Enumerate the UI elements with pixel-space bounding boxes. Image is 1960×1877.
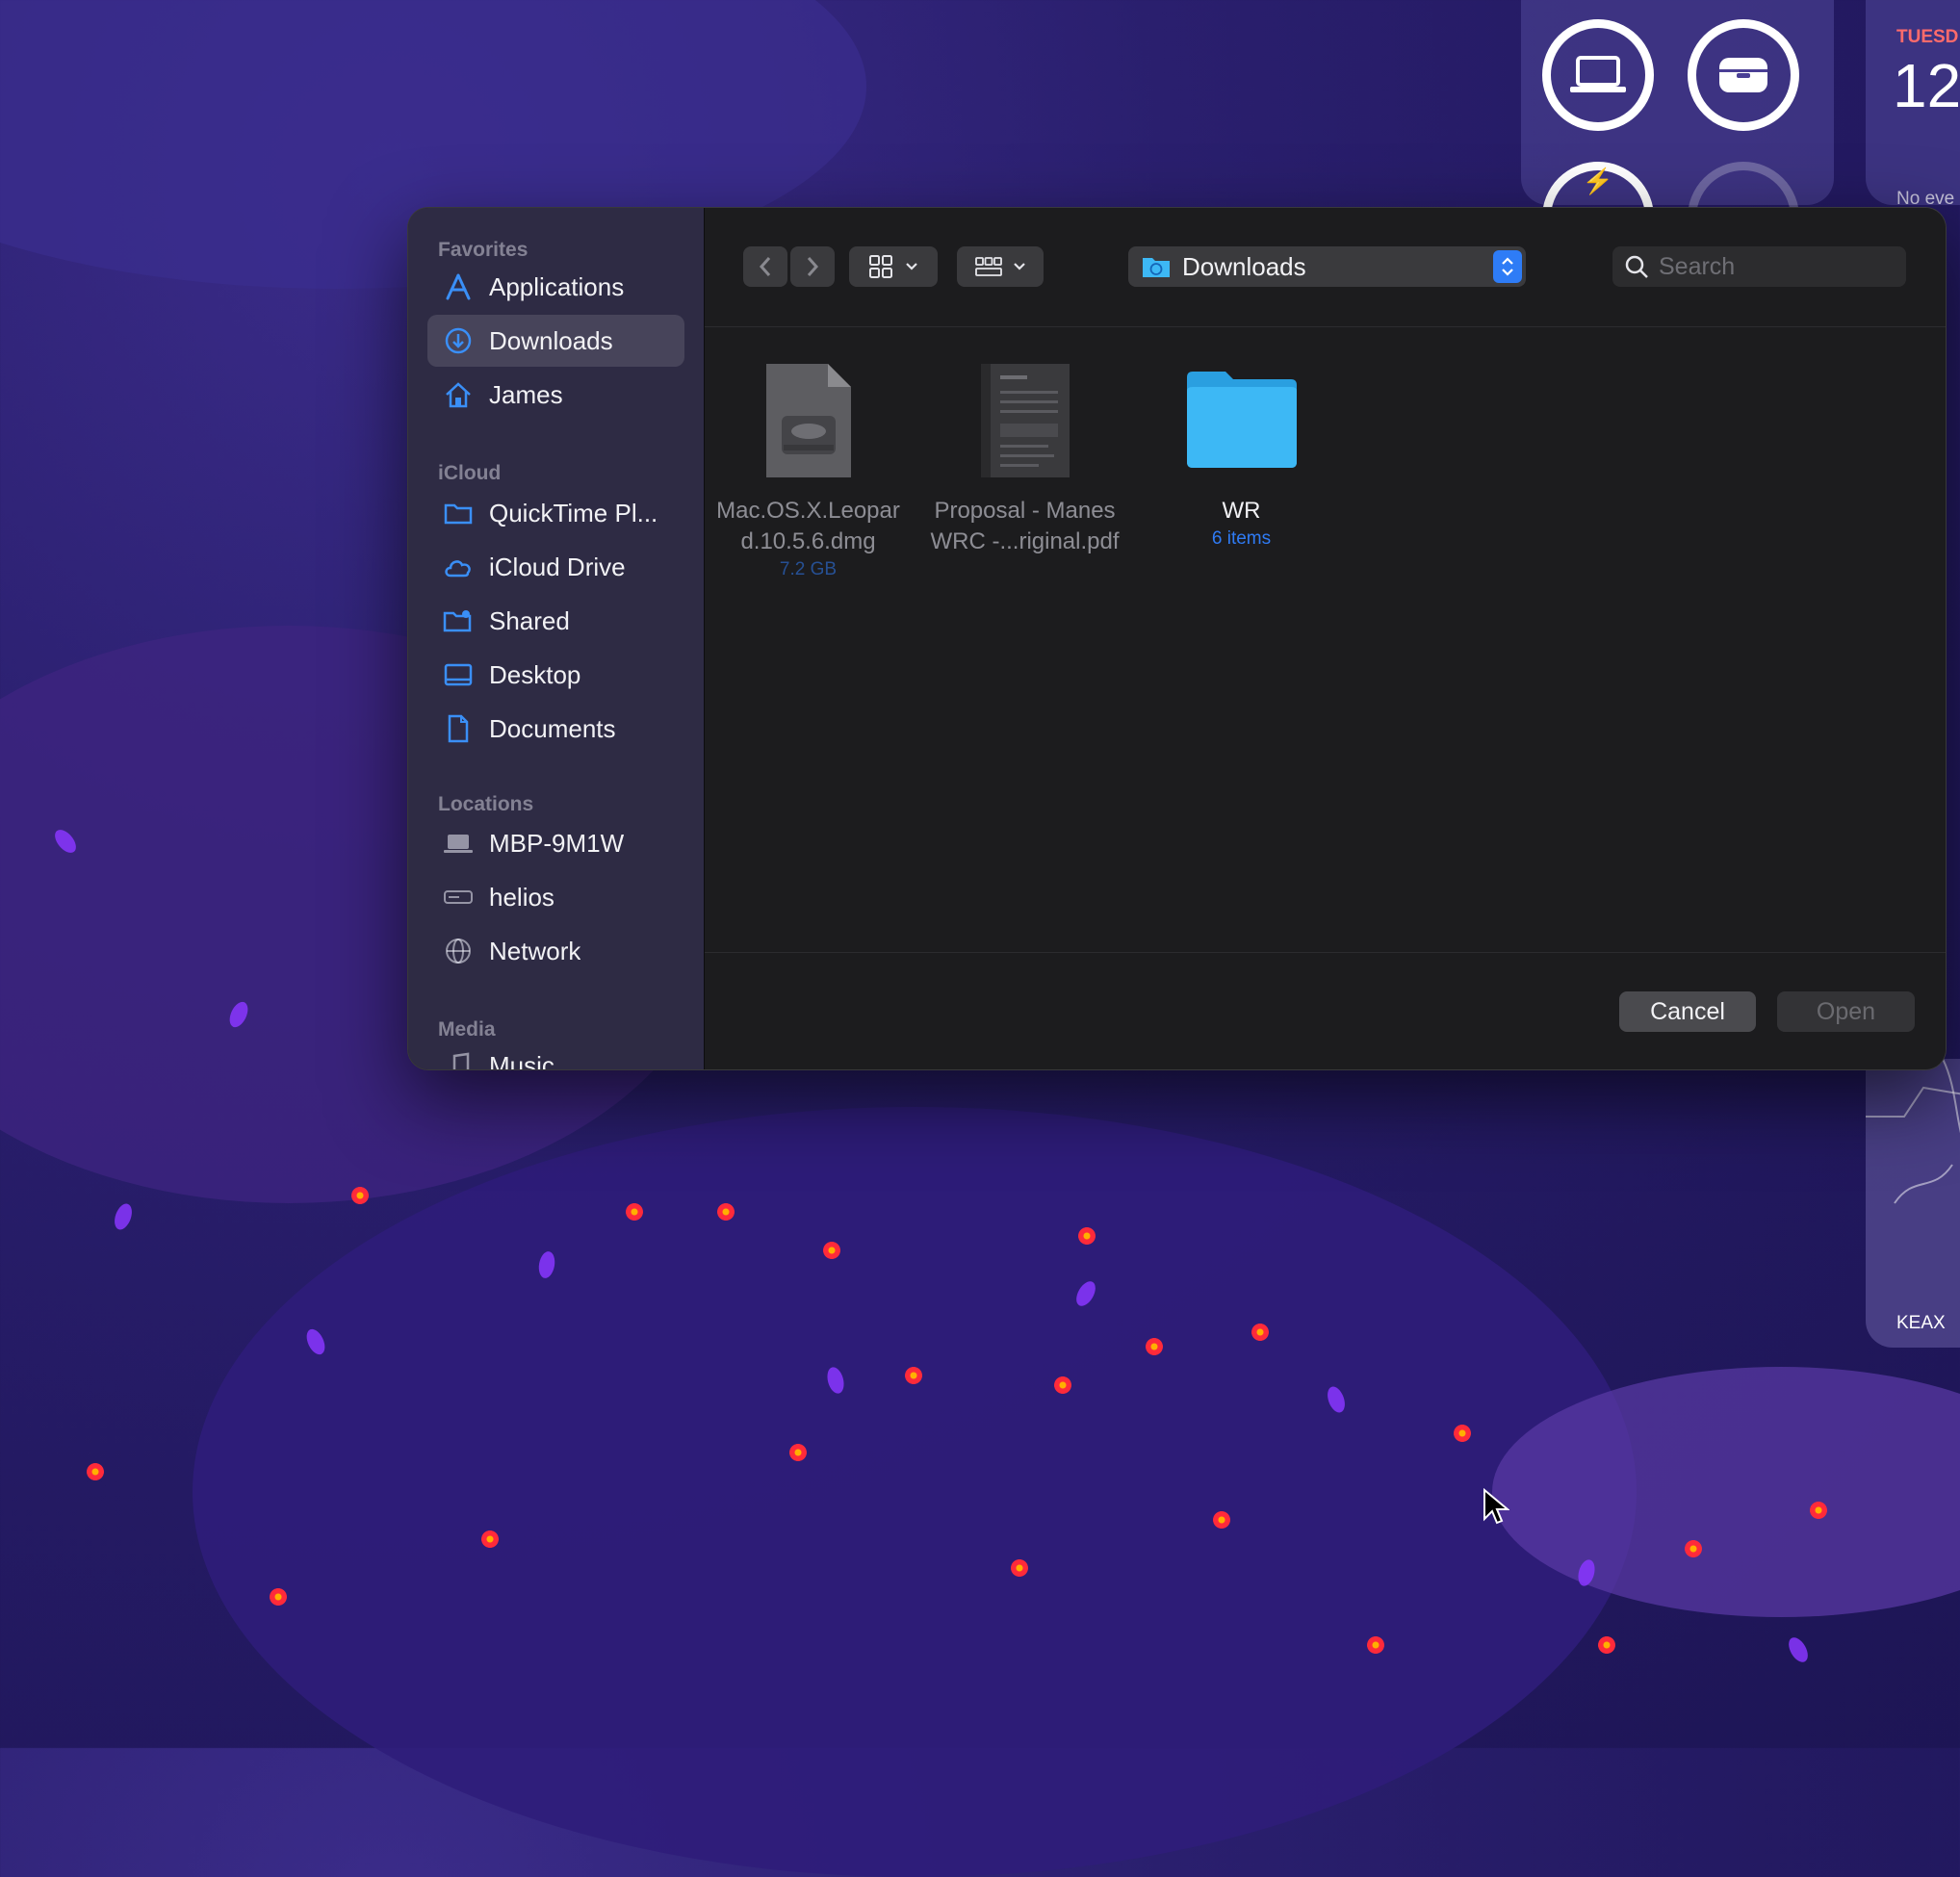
calendar-day: TUESD	[1896, 27, 1959, 47]
sidebar-item-downloads[interactable]: Downloads	[427, 315, 684, 367]
home-icon	[441, 377, 476, 412]
folder-item-wr[interactable]: WR 6 items	[1138, 362, 1345, 550]
sidebar-section-icloud: iCloud	[438, 462, 502, 484]
calendar-widget: TUESD 12 No eve	[1866, 0, 1960, 209]
dialog-footer: Cancel Open	[705, 952, 1946, 1069]
sidebar-section-media: Media	[438, 1018, 496, 1041]
search-icon	[1625, 255, 1648, 278]
file-name-line2: WRC -...riginal.pdf	[930, 528, 1120, 554]
popup-stepper	[1493, 250, 1522, 283]
globe-icon	[441, 934, 476, 968]
view-mode-button[interactable]	[849, 246, 938, 287]
applications-icon	[441, 270, 476, 304]
sidebar-item-desktop[interactable]: Desktop	[427, 649, 684, 701]
group-by-button[interactable]	[957, 246, 1044, 287]
sidebar-item-documents[interactable]: Documents	[427, 703, 684, 755]
drive-icon	[441, 880, 476, 914]
location-popup[interactable]: Downloads	[1128, 246, 1526, 287]
file-name-line1: Mac.OS.X.Leopar	[716, 498, 900, 524]
laptop-battery-ring	[1542, 19, 1654, 131]
sidebar-item-label: helios	[489, 882, 554, 912]
document-icon	[441, 711, 476, 746]
downloads-folder-icon	[1143, 258, 1170, 277]
back-button[interactable]	[743, 246, 787, 287]
battery-widget: ⚡	[1521, 0, 1834, 273]
sidebar-item-label: Music	[489, 1050, 554, 1070]
shared-folder-icon	[441, 604, 476, 638]
cancel-button[interactable]: Cancel	[1619, 991, 1756, 1032]
location-label: Downloads	[1182, 251, 1306, 281]
sidebar-item-label: James	[489, 379, 563, 409]
sidebar-item-label: Network	[489, 936, 581, 965]
chevron-down-icon	[1014, 263, 1025, 270]
airpods-case-battery-ring	[1688, 19, 1799, 131]
file-size: 7.2 GB	[779, 559, 838, 579]
desktop-icon	[441, 657, 476, 692]
file-name: Mac.OS.X.Leopar d.10.5.6.dmg	[705, 496, 912, 557]
up-down-chevron-icon	[1502, 257, 1513, 276]
laptop-icon	[441, 826, 476, 861]
sidebar-section-locations: Locations	[438, 793, 534, 815]
sidebar-item-label: Applications	[489, 271, 625, 301]
music-icon	[441, 1048, 476, 1069]
forward-button[interactable]	[790, 246, 835, 287]
toolbar: Downloads	[705, 208, 1946, 327]
sidebar-item-label: MBP-9M1W	[489, 828, 625, 858]
sidebar: Favorites Applications Downloads James i…	[408, 208, 705, 1069]
sidebar-item-shared[interactable]: Shared	[427, 595, 684, 647]
search-field[interactable]	[1612, 246, 1906, 287]
laptop-icon	[1570, 56, 1626, 92]
file-name-line1: Proposal - Manes	[934, 498, 1116, 524]
file-item-pdf[interactable]: Proposal - Manes WRC -...riginal.pdf	[921, 362, 1128, 557]
weather-map-widget: KEAX	[1866, 1058, 1960, 1348]
downloads-icon	[441, 323, 476, 358]
folder-icon	[1186, 372, 1297, 468]
sidebar-item-network[interactable]: Network	[427, 925, 684, 977]
lightning-icon: ⚡	[1582, 167, 1614, 195]
sidebar-item-music[interactable]: Music	[427, 1040, 684, 1070]
folder-name: WR	[1222, 498, 1261, 524]
airpods-case-icon	[1719, 58, 1767, 92]
sidebar-item-helios[interactable]: helios	[427, 871, 684, 923]
pdf-thumbnail-icon	[980, 364, 1070, 477]
sidebar-item-icloud-drive[interactable]: iCloud Drive	[427, 541, 684, 593]
open-file-dialog: Favorites Applications Downloads James i…	[407, 207, 1947, 1070]
sidebar-item-label: Shared	[489, 605, 570, 635]
open-button[interactable]: Open	[1777, 991, 1915, 1032]
mouse-cursor-icon	[1483, 1488, 1509, 1525]
grid-view-icon	[869, 255, 892, 278]
file-name-line2: d.10.5.6.dmg	[740, 528, 876, 554]
sidebar-item-mbp[interactable]: MBP-9M1W	[427, 817, 684, 869]
calendar-date: 12	[1893, 51, 1960, 120]
cloud-icon	[441, 550, 476, 584]
search-input[interactable]	[1657, 251, 1872, 282]
chevron-down-icon	[906, 263, 917, 270]
chevron-right-icon	[807, 257, 819, 276]
map-lines	[1866, 1058, 1960, 1204]
sidebar-section-favorites: Favorites	[438, 239, 529, 261]
disk-image-icon	[765, 364, 851, 477]
sidebar-item-applications[interactable]: Applications	[427, 261, 684, 313]
sidebar-item-label: Downloads	[489, 325, 613, 355]
sidebar-item-label: Documents	[489, 713, 616, 743]
file-name: Proposal - Manes WRC -...riginal.pdf	[921, 496, 1128, 557]
folder-icon	[441, 496, 476, 530]
sidebar-item-label: iCloud Drive	[489, 552, 626, 581]
file-browser: Downloads Search Mac.OS.X.Leopar d.10.5.…	[705, 208, 1946, 1069]
chevron-left-icon	[759, 257, 771, 276]
sidebar-item-label: QuickTime Pl...	[489, 498, 658, 527]
group-icon	[975, 257, 1002, 276]
folder-item-count: 6 items	[1211, 528, 1272, 549]
map-station-label: KEAX	[1896, 1313, 1946, 1333]
file-item-dmg[interactable]: Mac.OS.X.Leopar d.10.5.6.dmg 7.2 GB	[705, 362, 912, 580]
sidebar-item-james[interactable]: James	[427, 369, 684, 421]
sidebar-item-quicktime[interactable]: QuickTime Pl...	[427, 487, 684, 539]
sidebar-item-label: Desktop	[489, 659, 581, 689]
